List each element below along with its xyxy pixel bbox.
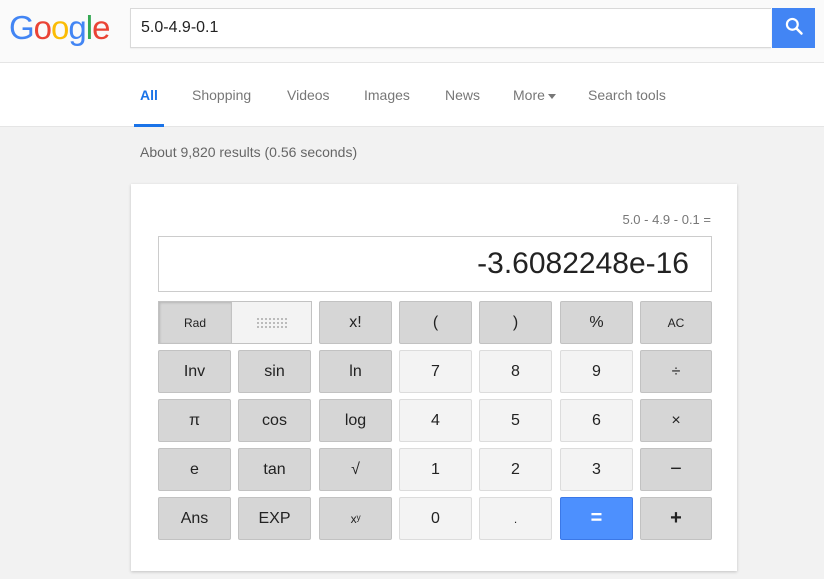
multiply-button[interactable]: × [640, 399, 712, 442]
pi-button[interactable]: π [158, 399, 231, 442]
decimal-point-button[interactable]: . [479, 497, 552, 540]
result-stats: About 9,820 results (0.56 seconds) [140, 144, 358, 160]
calculator-display: -3.6082248e-16 [158, 236, 712, 292]
tab-bar: All Shopping Videos Images News More Sea… [0, 62, 824, 127]
digit-9-button[interactable]: 9 [560, 350, 633, 393]
header: Google [0, 0, 824, 62]
tab-label: Images [364, 87, 410, 103]
search-icon [784, 16, 804, 41]
angle-mode-toggle: Rad [158, 301, 312, 344]
logo-letter-g2: g [68, 9, 86, 46]
digit-2-button[interactable]: 2 [479, 448, 552, 491]
search-input[interactable] [131, 9, 741, 47]
factorial-button[interactable]: x! [319, 301, 392, 344]
digit-0-button[interactable]: 0 [399, 497, 472, 540]
equals-button[interactable]: = [560, 497, 633, 540]
digit-7-button[interactable]: 7 [399, 350, 472, 393]
search-box [130, 8, 771, 48]
search-button[interactable] [772, 8, 815, 48]
digit-8-button[interactable]: 8 [479, 350, 552, 393]
digit-6-button[interactable]: 6 [560, 399, 633, 442]
tab-label: Shopping [192, 87, 252, 103]
calculator-card: 5.0 - 4.9 - 0.1 = -3.6082248e-16 Rad x! … [131, 184, 737, 571]
right-paren-button[interactable]: ) [479, 301, 552, 344]
tab-shopping[interactable]: Shopping [186, 63, 257, 127]
deg-button[interactable] [232, 302, 311, 343]
all-clear-button[interactable]: AC [640, 301, 712, 344]
percent-button[interactable]: % [560, 301, 633, 344]
inverse-button[interactable]: Inv [158, 350, 231, 393]
tab-label: News [445, 87, 481, 103]
tan-button[interactable]: tan [238, 448, 311, 491]
euler-button[interactable]: e [158, 448, 231, 491]
tab-label: More [513, 87, 545, 103]
cos-button[interactable]: cos [238, 399, 311, 442]
digit-1-button[interactable]: 1 [399, 448, 472, 491]
logo-letter-o2: o [51, 9, 69, 46]
log-button[interactable]: log [319, 399, 392, 442]
tab-images[interactable]: Images [358, 63, 416, 127]
divide-button[interactable]: ÷ [640, 350, 712, 393]
calculator-expression: 5.0 - 4.9 - 0.1 = [622, 212, 711, 227]
ans-button[interactable]: Ans [158, 497, 231, 540]
left-paren-button[interactable]: ( [399, 301, 472, 344]
tab-more[interactable]: More [507, 63, 562, 127]
digit-4-button[interactable]: 4 [399, 399, 472, 442]
tab-search-tools[interactable]: Search tools [582, 63, 672, 127]
ln-button[interactable]: ln [319, 350, 392, 393]
dotted-grid-icon [256, 317, 287, 328]
logo-letter-e: e [92, 9, 110, 46]
tab-news[interactable]: News [439, 63, 486, 127]
tab-label: Search tools [588, 87, 666, 103]
logo-letter-g: G [9, 9, 35, 46]
caret-down-icon [547, 93, 556, 99]
tab-label: All [140, 87, 158, 103]
logo-letter-o1: o [33, 9, 52, 46]
sin-button[interactable]: sin [238, 350, 311, 393]
rad-button[interactable]: Rad [159, 302, 232, 343]
minus-button[interactable]: − [640, 448, 712, 491]
calculator-result: -3.6082248e-16 [477, 247, 689, 280]
tab-label: Videos [287, 87, 330, 103]
tab-all[interactable]: All [134, 63, 164, 127]
sqrt-button[interactable]: √ [319, 448, 392, 491]
digit-3-button[interactable]: 3 [560, 448, 633, 491]
exp-button[interactable]: EXP [238, 497, 311, 540]
google-logo[interactable]: Google [9, 9, 110, 47]
digit-5-button[interactable]: 5 [479, 399, 552, 442]
plus-button[interactable]: + [640, 497, 712, 540]
tab-videos[interactable]: Videos [281, 63, 336, 127]
power-button[interactable]: xʸ [319, 497, 392, 540]
